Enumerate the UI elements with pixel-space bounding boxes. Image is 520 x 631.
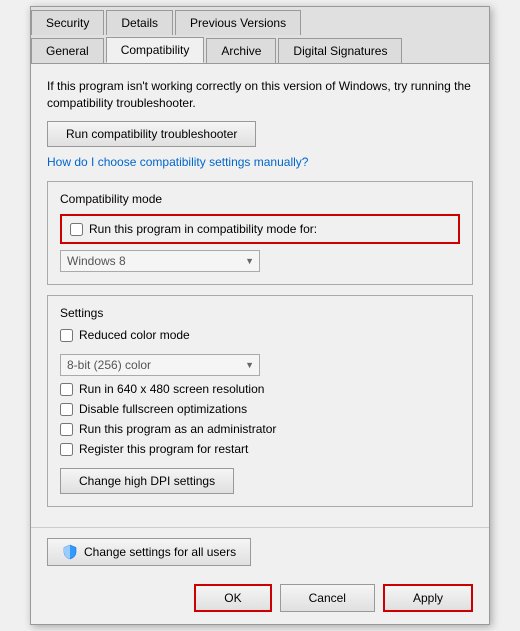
reduced-color-label: Reduced color mode: [79, 328, 190, 342]
checkbox-row-640x480: Run in 640 x 480 screen resolution: [60, 382, 460, 396]
compatibility-mode-label: Compatibility mode: [60, 192, 460, 206]
tab-details[interactable]: Details: [106, 10, 173, 35]
reduced-color-checkbox[interactable]: [60, 329, 73, 342]
shield-icon: [62, 544, 78, 560]
properties-dialog: Security Details Previous Versions Gener…: [30, 6, 490, 626]
compatibility-mode-section: Compatibility mode Run this program in c…: [47, 181, 473, 285]
apply-button[interactable]: Apply: [383, 584, 473, 612]
bottom-bar: Change settings for all users: [31, 527, 489, 576]
ok-button[interactable]: OK: [194, 584, 271, 612]
checkbox-row-disable-fullscreen: Disable fullscreen optimizations: [60, 402, 460, 416]
color-dropdown[interactable]: 8-bit (256) color 16-bit color: [60, 354, 260, 376]
cancel-button[interactable]: Cancel: [280, 584, 375, 612]
change-high-dpi-button[interactable]: Change high DPI settings: [60, 468, 234, 494]
tab-row-2: General Compatibility Archive Digital Si…: [31, 35, 489, 64]
settings-label: Settings: [60, 306, 460, 320]
tab-archive[interactable]: Archive: [206, 38, 276, 63]
640x480-checkbox[interactable]: [60, 383, 73, 396]
color-dropdown-wrapper: 8-bit (256) color 16-bit color: [60, 354, 260, 376]
dialog-buttons: OK Cancel Apply: [31, 576, 489, 624]
os-dropdown[interactable]: Windows 8 Windows 7 Windows Vista (SP2) …: [60, 250, 260, 272]
compat-mode-text: Run this program in compatibility mode f…: [89, 222, 317, 236]
disable-fullscreen-checkbox[interactable]: [60, 403, 73, 416]
main-content: If this program isn't working correctly …: [31, 64, 489, 528]
description-text: If this program isn't working correctly …: [47, 78, 473, 112]
tab-previous-versions[interactable]: Previous Versions: [175, 10, 301, 35]
tab-compatibility[interactable]: Compatibility: [106, 37, 205, 63]
compat-mode-checkbox[interactable]: [70, 223, 83, 236]
troubleshoot-button[interactable]: Run compatibility troubleshooter: [47, 121, 256, 147]
tab-security[interactable]: Security: [31, 10, 104, 35]
compat-mode-checkbox-row: Run this program in compatibility mode f…: [60, 214, 460, 244]
640x480-label: Run in 640 x 480 screen resolution: [79, 382, 264, 396]
disable-fullscreen-label: Disable fullscreen optimizations: [79, 402, 247, 416]
checkbox-row-run-as-admin: Run this program as an administrator: [60, 422, 460, 436]
settings-section: Settings Reduced color mode 8-bit (256) …: [47, 295, 473, 507]
run-as-admin-checkbox[interactable]: [60, 423, 73, 436]
checkbox-row-register-restart: Register this program for restart: [60, 442, 460, 456]
how-do-i-link[interactable]: How do I choose compatibility settings m…: [47, 155, 473, 169]
checkbox-row-reduced-color: Reduced color mode: [60, 328, 460, 342]
register-restart-label: Register this program for restart: [79, 442, 248, 456]
tab-general[interactable]: General: [31, 38, 104, 63]
tab-digital-signatures[interactable]: Digital Signatures: [278, 38, 402, 63]
run-as-admin-label: Run this program as an administrator: [79, 422, 276, 436]
tab-row-1: Security Details Previous Versions: [31, 7, 489, 35]
change-settings-button[interactable]: Change settings for all users: [47, 538, 251, 566]
register-restart-checkbox[interactable]: [60, 443, 73, 456]
os-dropdown-wrapper: Windows 8 Windows 7 Windows Vista (SP2) …: [60, 250, 260, 272]
change-settings-label: Change settings for all users: [84, 545, 236, 559]
